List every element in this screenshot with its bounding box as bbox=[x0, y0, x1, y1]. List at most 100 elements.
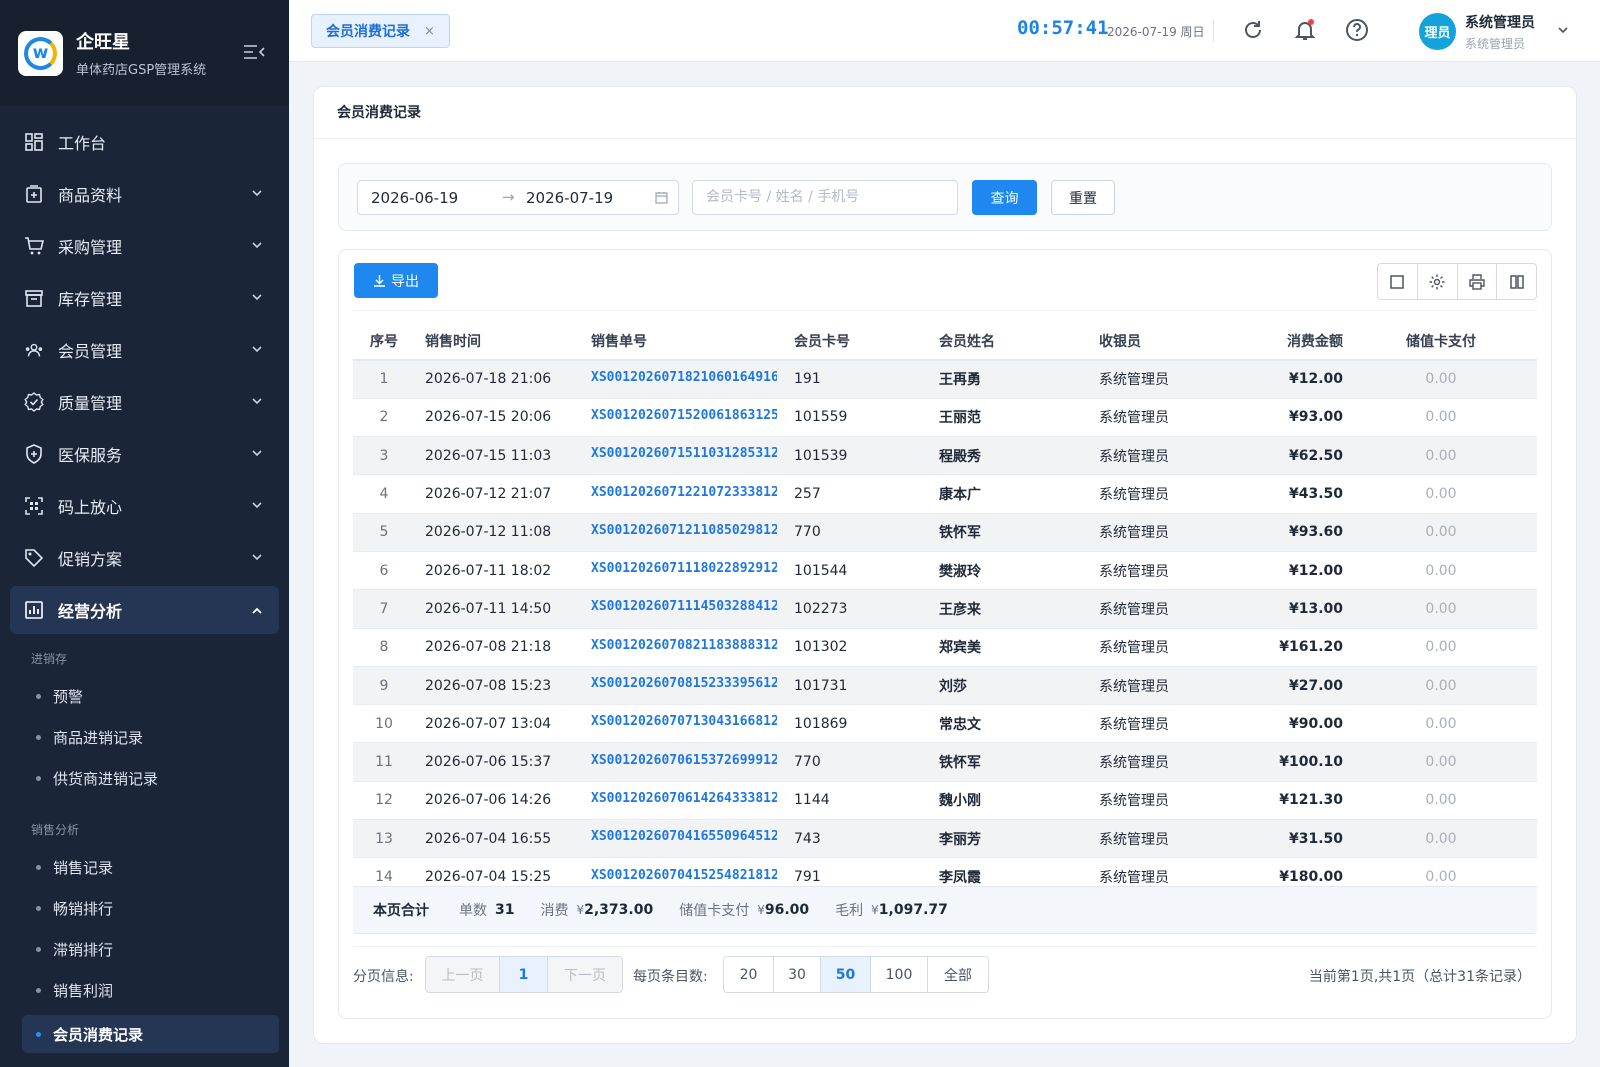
reset-button[interactable]: 重置 bbox=[1051, 180, 1115, 215]
sidebar-item-inventory[interactable]: 库存管理 bbox=[0, 272, 289, 324]
table-row[interactable]: 4 2026-07-12 21:07 XS001202607122107233381… bbox=[353, 474, 1537, 514]
sub-item-product-flow[interactable]: 商品进销记录 bbox=[0, 717, 289, 758]
next-page-button[interactable]: 下一页 bbox=[548, 957, 622, 992]
sale-number-link[interactable]: XS0012026071511031285312 bbox=[591, 446, 777, 461]
cell-stored-pay: 0.00 bbox=[1345, 436, 1537, 476]
table-tools bbox=[1377, 263, 1537, 300]
tab-close-icon[interactable]: × bbox=[424, 24, 435, 39]
cell-cashier: 系统管理员 bbox=[1090, 436, 1250, 476]
table-row[interactable]: 10 2026-07-07 13:04 XS00120260707130431668… bbox=[353, 704, 1537, 744]
sale-number-link[interactable]: XS0012026071211085029812 bbox=[591, 523, 777, 538]
user-name[interactable]: 系统管理员 bbox=[1465, 12, 1535, 32]
current-date: 2026-07-19 周日 bbox=[1107, 25, 1205, 39]
bullet-dot bbox=[36, 1031, 41, 1037]
cell-cashier: 系统管理员 bbox=[1090, 589, 1250, 629]
cell-cashier: 系统管理员 bbox=[1090, 551, 1250, 591]
settings-button[interactable] bbox=[1418, 264, 1458, 299]
tab-member-consumption[interactable]: 会员消费记录 × bbox=[311, 14, 450, 48]
sub-item-label: 销售记录 bbox=[53, 859, 114, 877]
summary-spend-label: 消费 bbox=[540, 903, 569, 919]
avatar[interactable]: 理员 bbox=[1419, 13, 1456, 50]
table-row[interactable]: 7 2026-07-11 14:50 XS001202607111450328841… bbox=[353, 589, 1537, 629]
sidebar-item-insurance[interactable]: 医保服务 bbox=[0, 428, 289, 480]
sub-item-bestseller[interactable]: 畅销排行 bbox=[0, 888, 289, 929]
date-end[interactable]: 2026-07-19 bbox=[526, 189, 613, 207]
sidebar-item-purchase[interactable]: 采购管理 bbox=[0, 220, 289, 272]
sale-number-link[interactable]: XS0012026070614264333812 bbox=[591, 791, 777, 806]
sidebar-item-analysis[interactable]: 经营分析 bbox=[10, 586, 279, 634]
sale-number-link[interactable]: XS0012026070415254821812 bbox=[591, 868, 777, 883]
bell-icon[interactable] bbox=[1293, 18, 1317, 42]
sub-item-label: 销售利润 bbox=[53, 982, 114, 1000]
page-size-20[interactable]: 20 bbox=[724, 957, 774, 992]
sidebar-item-dashboard[interactable]: 工作台 bbox=[0, 116, 289, 168]
date-start[interactable]: 2026-06-19 bbox=[371, 189, 458, 207]
chevron-down-icon[interactable] bbox=[1557, 24, 1569, 36]
sub-item-supplier-flow[interactable]: 供货商进销记录 bbox=[0, 758, 289, 799]
sale-number-link[interactable]: XS0012026070713043166812 bbox=[591, 714, 777, 729]
cell-stored-pay: 0.00 bbox=[1345, 819, 1537, 859]
sub-item-member-consumption[interactable]: 会员消费记录 bbox=[22, 1015, 279, 1053]
sidebar-item-products[interactable]: 商品资料 bbox=[0, 168, 289, 220]
cell-card-number: 770 bbox=[785, 513, 930, 552]
print-button[interactable] bbox=[1458, 264, 1498, 299]
cell-member-name: 程殿秀 bbox=[930, 436, 1090, 476]
sidebar-item-promotion[interactable]: 促销方案 bbox=[0, 532, 289, 584]
sale-number-link[interactable]: XS0012026070821183888312 bbox=[591, 638, 777, 653]
page-number-button[interactable]: 1 bbox=[500, 957, 548, 992]
cell-sale-time: 2026-07-11 18:02 bbox=[415, 551, 585, 591]
member-search-input[interactable]: 会员卡号 / 姓名 / 手机号 bbox=[692, 180, 958, 215]
sidebar-item-quality[interactable]: 质量管理 bbox=[0, 376, 289, 428]
page-size-100[interactable]: 100 bbox=[871, 957, 928, 992]
sale-number-link[interactable]: XS0012026071118022892912 bbox=[591, 561, 777, 576]
cell-index: 1 bbox=[353, 360, 415, 399]
sale-number-link[interactable]: XS0012026070615372699912 bbox=[591, 753, 777, 768]
columns-button[interactable] bbox=[1497, 264, 1536, 299]
cell-cashier: 系统管理员 bbox=[1090, 398, 1250, 438]
export-button[interactable]: 导出 bbox=[354, 263, 438, 298]
query-button[interactable]: 查询 bbox=[972, 180, 1037, 215]
table-row[interactable]: 1 2026-07-18 21:06 XS001202607182106016491… bbox=[353, 360, 1537, 399]
table-row[interactable]: 2 2026-07-15 20:06 XS001202607152006186312… bbox=[353, 398, 1537, 438]
sub-item-sales-profit[interactable]: 销售利润 bbox=[0, 970, 289, 1011]
sale-number-link[interactable]: XS0012026071221072333812 bbox=[591, 485, 777, 500]
page-size-30[interactable]: 30 bbox=[774, 957, 821, 992]
sidebar-item-members[interactable]: 会员管理 bbox=[0, 324, 289, 376]
table-row[interactable]: 3 2026-07-15 11:03 XS001202607151103128531… bbox=[353, 436, 1537, 476]
members-icon bbox=[24, 340, 44, 360]
table-row[interactable]: 6 2026-07-11 18:02 XS001202607111802289291… bbox=[353, 551, 1537, 591]
sale-number-link[interactable]: XS0012026070815233395612 bbox=[591, 676, 777, 691]
cart-icon bbox=[24, 236, 44, 256]
cell-stored-pay: 0.00 bbox=[1345, 628, 1537, 667]
page-title: 会员消费记录 bbox=[314, 87, 1576, 139]
page-size-all[interactable]: 全部 bbox=[928, 957, 988, 992]
refresh-icon[interactable] bbox=[1241, 18, 1265, 42]
table-row[interactable]: 8 2026-07-08 21:18 XS001202607082118388831… bbox=[353, 628, 1537, 667]
quality-icon bbox=[24, 392, 44, 412]
table-row[interactable]: 9 2026-07-08 15:23 XS001202607081523339561… bbox=[353, 666, 1537, 706]
scan-icon bbox=[24, 496, 44, 516]
date-range-picker[interactable]: 2026-06-19 → 2026-07-19 bbox=[357, 180, 679, 215]
fullscreen-button[interactable] bbox=[1378, 264, 1418, 299]
help-icon[interactable] bbox=[1345, 18, 1369, 42]
table-row[interactable]: 13 2026-07-04 16:55 XS00120260704165509645… bbox=[353, 819, 1537, 859]
table-row[interactable]: 5 2026-07-12 11:08 XS001202607121108502981… bbox=[353, 513, 1537, 552]
menu-collapse-icon[interactable] bbox=[243, 44, 265, 60]
table-row[interactable]: 12 2026-07-06 14:26 XS00120260706142643338… bbox=[353, 781, 1537, 821]
sale-number-link[interactable]: XS0012026070416550964512 bbox=[591, 829, 777, 844]
table-row[interactable]: 11 2026-07-06 15:37 XS00120260706153726999… bbox=[353, 742, 1537, 782]
sub-item-alert[interactable]: 预警 bbox=[0, 676, 289, 717]
cell-card-number: 102273 bbox=[785, 589, 930, 629]
cell-amount: ¥27.00 bbox=[1250, 666, 1345, 706]
sub-item-slowseller[interactable]: 滞销排行 bbox=[0, 929, 289, 970]
col-header: 序号 bbox=[353, 322, 415, 361]
sale-number-link[interactable]: XS0012026071821060164916 bbox=[591, 370, 777, 385]
sidebar-item-trace-code[interactable]: 码上放心 bbox=[0, 480, 289, 532]
bullet-dot bbox=[36, 694, 41, 699]
sale-number-link[interactable]: XS0012026071114503288412 bbox=[591, 599, 777, 614]
page-size-50[interactable]: 50 bbox=[821, 957, 871, 992]
cell-amount: ¥13.00 bbox=[1250, 589, 1345, 629]
sale-number-link[interactable]: XS0012026071520061863125 bbox=[591, 408, 777, 423]
prev-page-button[interactable]: 上一页 bbox=[426, 957, 500, 992]
sub-item-sales-record[interactable]: 销售记录 bbox=[0, 847, 289, 888]
